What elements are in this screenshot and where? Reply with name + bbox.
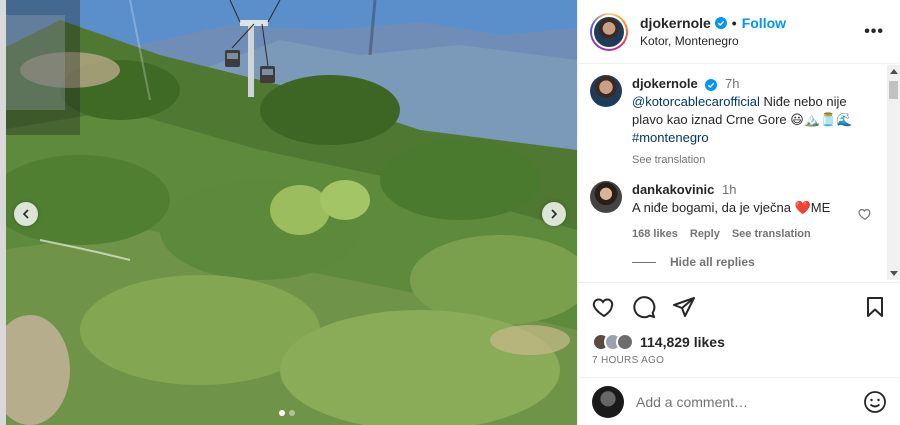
add-comment-bar — [578, 377, 900, 425]
reply-divider-line — [632, 261, 656, 263]
comment-item: dankakovinic 1h A niđe bogami, da je vje… — [590, 181, 876, 243]
comment-like-heart-icon[interactable] — [858, 207, 872, 221]
like-heart-icon[interactable] — [592, 295, 616, 319]
comment-bubble-icon[interactable] — [632, 295, 656, 319]
hide-replies-toggle[interactable]: Hide all replies — [632, 255, 876, 269]
caption-hashtag-link[interactable]: #montenegro — [632, 130, 709, 145]
previous-image-button[interactable] — [14, 202, 38, 226]
liker-avatar — [616, 333, 634, 351]
scrollbar-thumb[interactable] — [889, 81, 898, 99]
commenter-username[interactable]: dankakovinic — [632, 182, 714, 197]
comment-text: A niđe bogami, da je vječna ❤️ME — [632, 200, 831, 215]
instagram-post-view: djokernole • Follow Kotor, Montenegro ••… — [0, 0, 900, 425]
post-side-panel: djokernole • Follow Kotor, Montenegro ••… — [577, 0, 900, 425]
chevron-left-icon — [22, 209, 29, 219]
hide-replies-label[interactable]: Hide all replies — [670, 255, 755, 269]
comments-list: djokernole 7h @kotorcablecarofficial Niđ… — [578, 65, 888, 280]
caption-username[interactable]: djokernole — [632, 76, 698, 91]
save-bookmark-icon[interactable] — [863, 295, 887, 319]
more-options-button[interactable]: ••• — [860, 19, 888, 45]
chevron-right-icon — [551, 209, 558, 219]
comments-scrollbar[interactable] — [887, 65, 900, 280]
author-info: djokernole • Follow Kotor, Montenegro — [640, 15, 860, 48]
post-actions: 114,829 likes 7 HOURS AGO — [578, 282, 900, 366]
cable-car-photo — [0, 0, 577, 425]
follow-button[interactable]: Follow — [742, 15, 786, 31]
next-image-button[interactable] — [542, 202, 566, 226]
comment-reply-button[interactable]: Reply — [690, 225, 720, 243]
verified-badge-icon — [714, 17, 727, 29]
carousel-indicator — [279, 410, 295, 416]
header-separator: • — [731, 15, 737, 31]
comment-likes-count[interactable]: 168 likes — [632, 225, 678, 243]
carousel-dot-1 — [279, 410, 285, 416]
media-left-frame — [0, 0, 6, 425]
caption-mention-link[interactable]: @kotorcablecarofficial — [632, 94, 760, 109]
post-header: djokernole • Follow Kotor, Montenegro ••… — [578, 0, 900, 64]
commenter-avatar[interactable] — [590, 181, 622, 213]
author-username[interactable]: djokernole — [640, 15, 711, 31]
likes-count[interactable]: 114,829 likes — [640, 334, 725, 350]
comment-see-translation[interactable]: See translation — [732, 225, 811, 243]
caption-see-translation[interactable]: See translation — [632, 151, 705, 169]
carousel-dot-2 — [289, 410, 295, 416]
emoji-picker-icon[interactable] — [863, 390, 887, 414]
current-user-avatar[interactable] — [592, 385, 624, 418]
comment-time[interactable]: 1h — [722, 182, 736, 197]
post-date[interactable]: 7 HOURS AGO — [592, 355, 887, 366]
caption-author-avatar[interactable] — [590, 75, 622, 107]
author-avatar[interactable] — [590, 12, 628, 51]
scroll-down-arrow-icon[interactable] — [890, 271, 898, 276]
caption-time[interactable]: 7h — [725, 76, 739, 91]
add-comment-input[interactable] — [636, 393, 863, 410]
post-media[interactable] — [0, 0, 577, 425]
verified-badge-icon — [705, 78, 718, 91]
caption-comment: djokernole 7h @kotorcablecarofficial Niđ… — [590, 75, 876, 169]
scroll-up-arrow-icon[interactable] — [890, 69, 898, 74]
likes-summary[interactable]: 114,829 likes — [592, 333, 887, 351]
post-location[interactable]: Kotor, Montenegro — [640, 34, 860, 48]
share-paper-plane-icon[interactable] — [672, 295, 696, 319]
